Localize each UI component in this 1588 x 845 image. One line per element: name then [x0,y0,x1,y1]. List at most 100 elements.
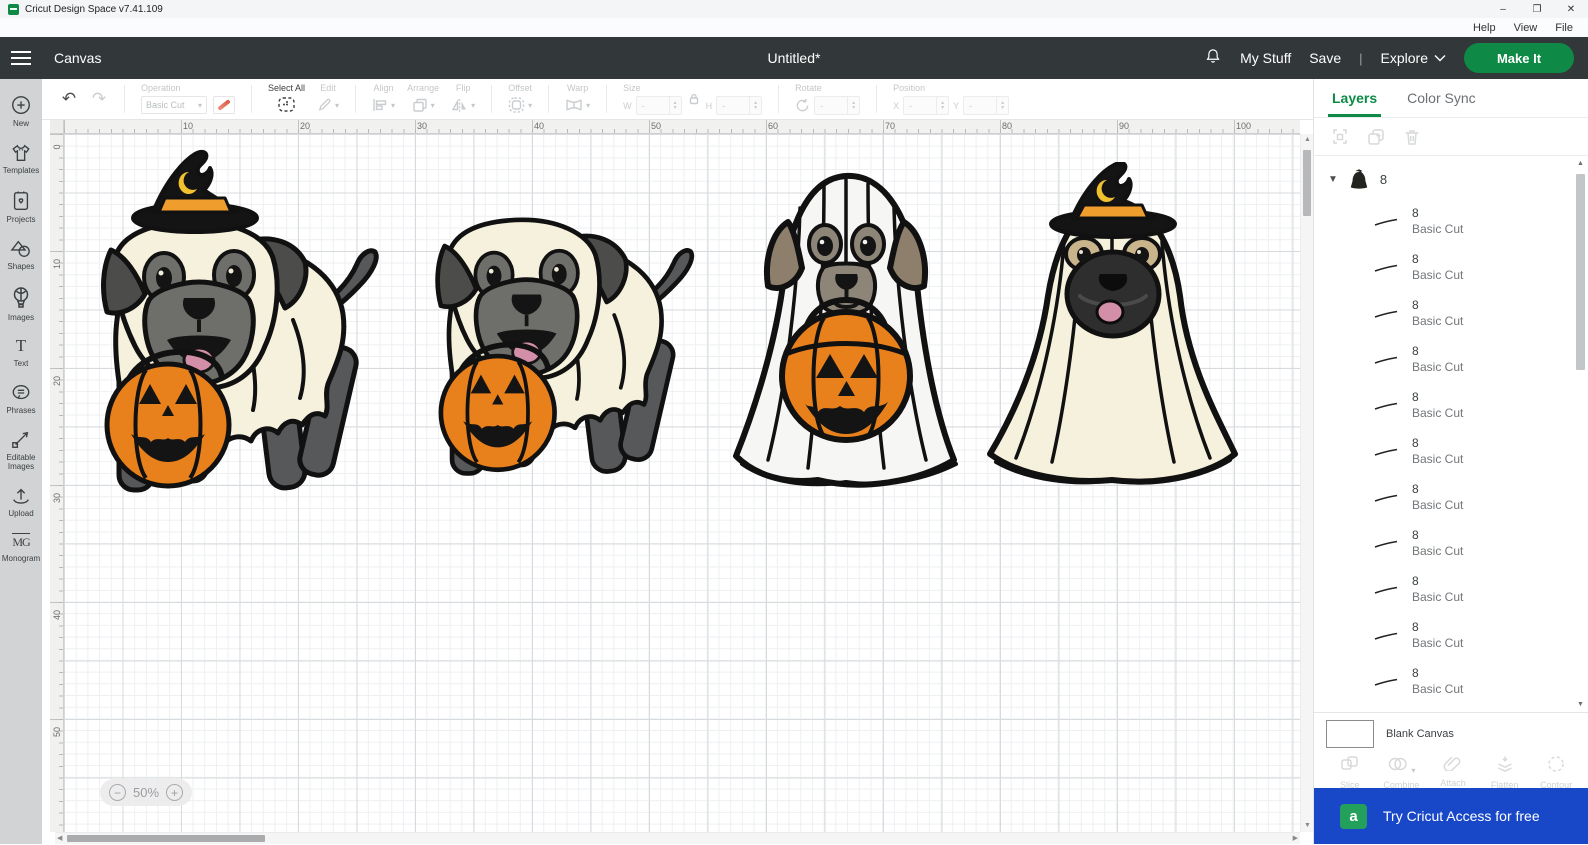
align-group[interactable]: Align ▾ [366,79,401,119]
layer-row[interactable]: 8Basic Cut [1314,290,1588,336]
arrange-group[interactable]: Arrange ▾ [401,79,445,119]
height-input[interactable]: -▴▾ [716,96,762,115]
layer-row[interactable]: 8Basic Cut [1314,198,1588,244]
canvas-vertical-scrollbar[interactable]: ▲ ▼ [1300,134,1313,832]
sidebar-item-images[interactable]: Images [0,279,42,330]
redo-button[interactable]: ↷ [84,79,114,119]
cricut-access-banner[interactable]: a Try Cricut Access for free [1314,788,1588,844]
make-it-button[interactable]: Make It [1464,43,1574,73]
menu-file[interactable]: File [1548,22,1580,34]
y-stepper[interactable]: ▴▾ [996,97,1008,114]
hamburger-menu-icon[interactable] [0,37,42,79]
layer-thumbnail-line [1372,628,1400,642]
layer-thumbnail-line [1372,490,1400,504]
my-stuff-link[interactable]: My Stuff [1240,50,1291,66]
save-link[interactable]: Save [1309,50,1341,66]
sidebar-item-projects[interactable]: Projects [0,183,42,232]
layer-row[interactable]: 8Basic Cut [1314,474,1588,520]
sidebar-item-shapes[interactable]: Shapes [0,232,42,279]
select-all-label: Select All [268,83,305,93]
offset-group[interactable]: Offset ▾ [502,79,538,119]
duplicate-icon[interactable] [1366,127,1386,147]
group-select-icon[interactable] [1330,127,1350,147]
artwork-ghost-dog-side-hat[interactable] [95,148,380,497]
vertical-scroll-thumb[interactable] [1303,150,1311,216]
width-stepper[interactable]: ▴▾ [669,97,681,114]
rotate-stepper[interactable]: ▴▾ [847,97,859,114]
sidebar-item-text[interactable]: TText [0,330,42,376]
select-all-group[interactable]: Select All [262,79,311,119]
action-slice[interactable]: Slice [1328,755,1372,790]
y-input[interactable]: -▴▾ [963,96,1009,115]
tab-layers[interactable]: Layers [1332,79,1377,117]
tab-color-sync[interactable]: Color Sync [1407,79,1475,117]
layer-row[interactable]: 8Basic Cut [1314,658,1588,704]
material-color-swatch[interactable] [213,96,235,114]
maximize-button[interactable]: ❐ [1520,0,1554,18]
edit-group[interactable]: Edit ▾ [311,79,345,119]
menu-help[interactable]: Help [1466,22,1503,34]
operation-select[interactable]: Basic Cut▾ [141,96,207,114]
width-input[interactable]: -▴▾ [636,96,682,115]
layer-row[interactable]: 8Basic Cut [1314,520,1588,566]
scroll-down-icon: ▼ [1575,701,1586,708]
artwork-ghost-dog-front-pumpkin[interactable] [728,168,965,498]
warp-group[interactable]: Warp ▾ [559,79,596,119]
layer-texts: 8Basic Cut [1412,666,1463,696]
sidebar-item-label: Text [14,359,29,368]
menu-view[interactable]: View [1507,22,1545,34]
action-flatten[interactable]: Flatten [1483,755,1527,790]
delete-trash-icon[interactable] [1402,127,1422,147]
sidebar-item-phrases[interactable]: Phrases [0,376,42,423]
layers-scrollbar[interactable]: ▲ ▼ [1575,160,1586,708]
ruler-h-number: 40 [534,121,544,131]
artwork-ghost-dog-side[interactable] [425,192,700,480]
slice-icon [1340,755,1360,778]
close-button[interactable]: ✕ [1554,0,1588,18]
chevron-down-icon[interactable]: ▼ [1328,174,1338,185]
layer-group-row[interactable]: ▼ 8 [1314,156,1588,198]
scroll-right-icon: ▶ [1293,833,1298,845]
canvas-horizontal-scrollbar[interactable]: ◀ ▶ [55,832,1300,844]
warp-icon [565,98,583,112]
rotate-input[interactable]: -▴▾ [814,96,860,115]
zoom-out-button[interactable]: − [109,784,126,801]
layer-row[interactable]: 8Basic Cut [1314,244,1588,290]
ruler-v-number: 10 [52,257,62,271]
sidebar-item-monogram[interactable]: MGMonogram [0,526,42,571]
sidebar-item-upload[interactable]: Upload [0,479,42,526]
layer-texts: 8Basic Cut [1412,298,1463,328]
layer-type: Basic Cut [1412,590,1463,604]
size-lock-icon[interactable] [688,93,700,105]
design-grid[interactable]: − 50% + [64,134,1300,832]
undo-button[interactable]: ↶ [54,79,84,119]
sidebar-item-editable-images[interactable]: EditableImages [0,423,42,479]
layer-type: Basic Cut [1412,268,1463,282]
size-group: Size W -▴▾ H -▴▾ [617,79,768,119]
minimize-button[interactable]: – [1486,0,1520,18]
action-contour[interactable]: Contour [1534,755,1578,790]
menu-bar: Help ViewFile [0,18,1588,37]
horizontal-scroll-thumb[interactable] [67,835,265,842]
notifications-bell-icon[interactable] [1204,47,1222,70]
action-attach[interactable]: Attach [1431,755,1475,788]
layer-row[interactable]: 8Basic Cut [1314,336,1588,382]
layer-row[interactable]: 8Basic Cut [1314,612,1588,658]
layer-thumbnail-line [1372,674,1400,688]
x-stepper[interactable]: ▴▾ [936,97,948,114]
layer-row[interactable]: 8Basic Cut [1314,566,1588,612]
blank-canvas-row[interactable]: Blank Canvas [1314,713,1588,755]
sidebar-item-new[interactable]: New [0,87,42,136]
layers-scroll-thumb[interactable] [1576,174,1585,370]
sidebar-item-templates[interactable]: Templates [0,136,42,183]
explore-menu[interactable]: Explore [1381,50,1446,66]
zoom-in-button[interactable]: + [166,784,183,801]
action-combine[interactable]: ▾Combine [1380,755,1424,790]
height-stepper[interactable]: ▴▾ [749,97,761,114]
artwork-ghost-pug-front-hat[interactable] [980,162,1245,500]
flip-group[interactable]: Flip ▾ [445,79,481,119]
layer-row[interactable]: 8Basic Cut [1314,382,1588,428]
layer-row[interactable]: 8Basic Cut [1314,428,1588,474]
monogram-icon: MG [12,533,29,551]
x-input[interactable]: -▴▾ [903,96,949,115]
